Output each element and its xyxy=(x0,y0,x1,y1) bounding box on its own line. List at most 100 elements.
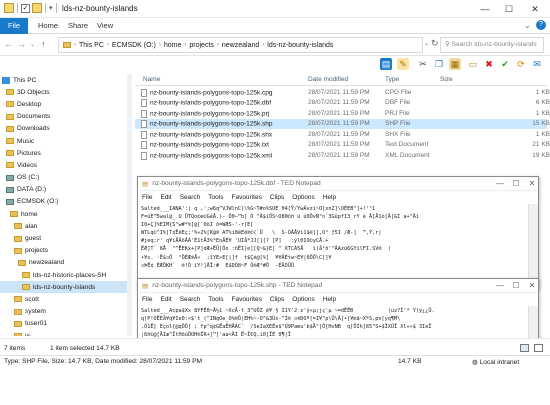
sidebar-item[interactable]: lds-nz-bounty-islands xyxy=(0,281,132,294)
sidebar-item[interactable]: home xyxy=(0,208,132,220)
tab-view[interactable]: View xyxy=(97,21,113,30)
tab-home[interactable]: Home xyxy=(38,21,58,30)
sidebar-item[interactable]: Documents xyxy=(0,111,132,123)
sidebar-item[interactable]: ECMSDK (O:) xyxy=(0,196,132,208)
file-tab[interactable]: File xyxy=(0,18,28,34)
sidebar-item[interactable]: DATA (D:) xyxy=(0,184,132,196)
sidebar-item[interactable]: 3D Objects xyxy=(0,86,132,98)
menu-item[interactable]: Tools xyxy=(208,194,223,201)
maximize-button[interactable]: ☐ xyxy=(510,279,522,293)
email-icon[interactable]: ✉ xyxy=(531,58,543,70)
menu-item[interactable]: Search xyxy=(180,194,201,201)
large-icons-toggle-icon[interactable] xyxy=(534,344,543,352)
search-input[interactable]: ⚲ Search lds-nz-bounty-islands xyxy=(440,37,544,53)
sidebar-item[interactable]: projects xyxy=(0,245,132,257)
breadcrumb-separator: › xyxy=(74,42,76,48)
column-header-name[interactable]: Name xyxy=(143,76,160,83)
forward-arrow-icon[interactable]: → xyxy=(17,39,26,49)
menu-item[interactable]: Edit xyxy=(160,296,171,303)
menu-item[interactable]: Tools xyxy=(208,296,223,303)
menu-item[interactable]: Favourites xyxy=(231,194,261,201)
paste-icon[interactable]: ▦ xyxy=(449,58,461,70)
breadcrumb-projects[interactable]: projects xyxy=(189,42,214,49)
sidebar-item[interactable]: guest xyxy=(0,232,132,244)
file-row[interactable]: nz-bounty-islands-polygons-topo-125k.xml… xyxy=(135,150,550,161)
folder-open-icon[interactable]: ▭ xyxy=(467,58,479,70)
menu-item[interactable]: Favourites xyxy=(231,296,261,303)
file-row[interactable]: nz-bounty-islands-polygons-topo-125k.txt… xyxy=(135,140,550,151)
sidebar-item[interactable]: Pictures xyxy=(0,147,132,159)
chevron-down-icon[interactable]: ▾ xyxy=(49,4,53,12)
sidebar-item[interactable]: OS (C:) xyxy=(0,172,132,184)
navigation-scrollbar[interactable] xyxy=(127,74,132,336)
menu-item[interactable]: Options xyxy=(292,296,314,303)
sidebar-item[interactable]: iis xyxy=(0,330,132,336)
file-row[interactable]: nz-bounty-islands-polygons-topo-125k.prj… xyxy=(135,108,550,119)
sidebar-item-label: guest xyxy=(25,235,42,243)
menu-file[interactable]: File xyxy=(142,296,152,303)
back-arrow-icon[interactable]: ← xyxy=(4,39,13,49)
help-icon[interactable]: ? xyxy=(536,20,546,30)
menu-item[interactable]: Clips xyxy=(270,194,284,201)
sync-icon[interactable]: ⟳ xyxy=(515,58,527,70)
notepad-text-area[interactable]: Salted___IANA':( q ,';w6q^VJWlnC)\%G~T#o… xyxy=(141,205,526,281)
sidebar-item[interactable]: Desktop xyxy=(0,98,132,110)
sidebar-item[interactable]: lds-nz-historic-places-SH xyxy=(0,269,132,281)
breadcrumb-home[interactable]: home xyxy=(164,42,182,49)
column-header-date[interactable]: Date modified xyxy=(308,76,348,83)
divider xyxy=(0,355,550,356)
sidebar-item[interactable]: Videos xyxy=(0,159,132,171)
close-button[interactable]: ✕ xyxy=(526,0,544,18)
maximize-button[interactable]: ☐ xyxy=(500,0,518,18)
sidebar-item[interactable]: tuser01 xyxy=(0,318,132,330)
chevron-down-icon[interactable]: ⌄ xyxy=(424,40,429,47)
column-header-type[interactable]: Type xyxy=(385,76,399,83)
sidebar-item[interactable]: scott xyxy=(0,293,132,305)
cut-icon[interactable]: ✂ xyxy=(417,58,429,70)
menu-item[interactable]: Clips xyxy=(270,296,284,303)
close-button[interactable]: ✕ xyxy=(526,177,538,191)
sidebar-item[interactable]: system xyxy=(0,306,132,318)
sidebar-item[interactable]: This PC xyxy=(0,74,132,86)
breadcrumb-current[interactable]: lds-nz-bounty-islands xyxy=(267,42,333,49)
menu-item[interactable]: Help xyxy=(323,194,336,201)
details-view-toggle-icon[interactable] xyxy=(520,344,529,352)
refresh-icon[interactable]: ↻ xyxy=(431,38,439,49)
vertical-scrollbar[interactable] xyxy=(528,204,538,282)
chevron-down-icon[interactable]: ⌄ xyxy=(524,21,531,30)
menu-item[interactable]: Edit xyxy=(160,194,171,201)
checkbox-icon[interactable]: ✓ xyxy=(21,3,30,13)
close-button[interactable]: ✕ xyxy=(526,279,538,293)
file-row[interactable]: nz-bounty-islands-polygons-topo-125k.dbf… xyxy=(135,98,550,109)
column-header-size[interactable]: Size xyxy=(440,76,453,83)
file-row[interactable]: nz-bounty-islands-polygons-topo-125k.cpg… xyxy=(135,87,550,98)
sidebar-item[interactable]: newzealand xyxy=(0,257,132,269)
minimize-button[interactable]: — xyxy=(494,279,506,293)
sidebar-item[interactable]: alan xyxy=(0,220,132,232)
delete-icon[interactable]: ✖ xyxy=(483,58,495,70)
menu-item[interactable]: Search xyxy=(180,296,201,303)
minimize-button[interactable]: — xyxy=(494,177,506,191)
maximize-button[interactable]: ☐ xyxy=(510,177,522,191)
breadcrumb-ecmsdk[interactable]: ECMSDK (O:) xyxy=(112,42,156,49)
menu-item[interactable]: Options xyxy=(292,194,314,201)
details-view-icon[interactable]: ▤ xyxy=(380,58,392,70)
chevron-down-icon[interactable]: ⌄ xyxy=(30,41,35,48)
breadcrumb-this-pc[interactable]: This PC xyxy=(79,42,104,49)
up-arrow-icon[interactable]: ↑ xyxy=(41,39,46,49)
tab-share[interactable]: Share xyxy=(68,21,88,30)
minimize-button[interactable]: — xyxy=(476,0,494,18)
file-row[interactable]: nz-bounty-islands-polygons-topo-125k.shx… xyxy=(135,129,550,140)
checkmark-icon[interactable]: ✔ xyxy=(499,58,511,70)
menu-item[interactable]: Help xyxy=(323,296,336,303)
breadcrumb-newzealand[interactable]: newzealand xyxy=(222,42,259,49)
sidebar-item[interactable]: Music xyxy=(0,135,132,147)
notepad-icon[interactable]: ✎ xyxy=(397,58,409,70)
new-folder-icon[interactable] xyxy=(32,3,42,13)
menu-file[interactable]: File xyxy=(142,194,152,201)
sidebar-item[interactable]: Downloads xyxy=(0,123,132,135)
address-bar[interactable]: › This PC › ECMSDK (O:) › home › project… xyxy=(58,37,423,53)
copy-icon[interactable]: ❐ xyxy=(433,58,445,70)
file-row[interactable]: nz-bounty-islands-polygons-topo-125k.shp… xyxy=(135,118,550,129)
text-line: ¤ÞË¢ ÉÆÖKH` ®!Ó ïY!]ÅÎ:# E$DÕ8~F Ó®Æ³#Ö … xyxy=(141,262,295,269)
